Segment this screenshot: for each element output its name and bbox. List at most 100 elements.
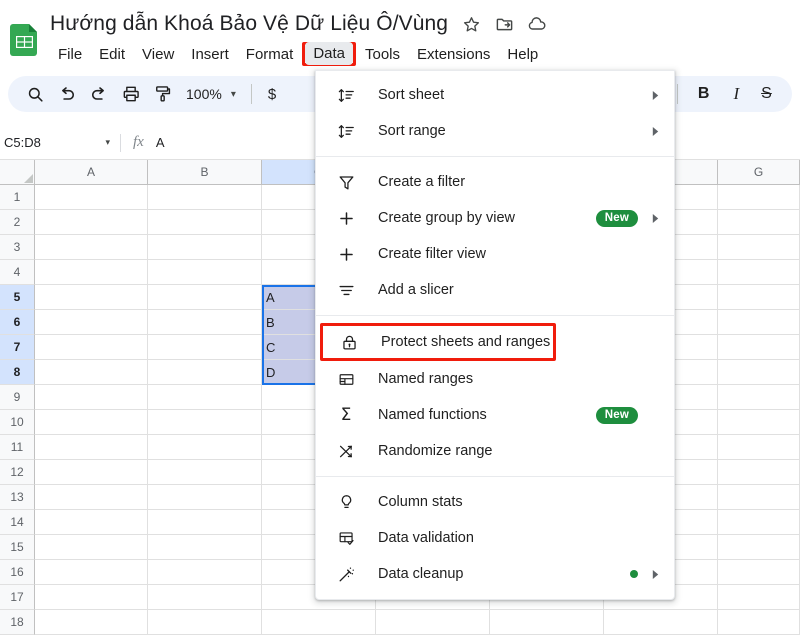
cell-c18[interactable] (262, 610, 376, 635)
row-header-16[interactable]: 16 (0, 560, 35, 585)
cell-g7[interactable] (718, 335, 800, 360)
cell-b8[interactable] (148, 360, 262, 385)
search-icon[interactable] (20, 79, 50, 109)
cell-b17[interactable] (148, 585, 262, 610)
row-header-1[interactable]: 1 (0, 185, 35, 210)
formula-input[interactable]: A (156, 135, 165, 150)
cell-b12[interactable] (148, 460, 262, 485)
menu-column-stats[interactable]: Column stats (316, 484, 674, 520)
cell-g4[interactable] (718, 260, 800, 285)
menu-add-a-slicer[interactable]: Add a slicer (316, 272, 674, 308)
undo-icon[interactable] (52, 79, 82, 109)
row-header-5[interactable]: 5 (0, 285, 35, 310)
cell-a14[interactable] (35, 510, 148, 535)
menu-extensions[interactable]: Extensions (409, 43, 498, 66)
menu-tools[interactable]: Tools (357, 43, 408, 66)
cell-a4[interactable] (35, 260, 148, 285)
menu-create-a-filter[interactable]: Create a filter (316, 164, 674, 200)
cell-f18[interactable] (604, 610, 718, 635)
cell-a6[interactable] (35, 310, 148, 335)
menu-view[interactable]: View (134, 43, 182, 66)
column-header-b[interactable]: B (148, 160, 262, 185)
paint-format-icon[interactable] (148, 79, 178, 109)
cell-b15[interactable] (148, 535, 262, 560)
row-header-8[interactable]: 8 (0, 360, 35, 385)
menu-sort-range[interactable]: Sort range (316, 113, 674, 149)
cell-a16[interactable] (35, 560, 148, 585)
row-header-7[interactable]: 7 (0, 335, 35, 360)
cell-g9[interactable] (718, 385, 800, 410)
cell-b16[interactable] (148, 560, 262, 585)
cell-g1[interactable] (718, 185, 800, 210)
cell-a13[interactable] (35, 485, 148, 510)
cell-a2[interactable] (35, 210, 148, 235)
currency-format-button[interactable]: $ (261, 86, 283, 103)
menu-sort-sheet[interactable]: Sort sheet (316, 77, 674, 113)
column-header-a[interactable]: A (35, 160, 148, 185)
cell-g2[interactable] (718, 210, 800, 235)
cell-b10[interactable] (148, 410, 262, 435)
menu-create-group-by-view[interactable]: Create group by viewNew (316, 200, 674, 236)
cell-g5[interactable] (718, 285, 800, 310)
menu-data-cleanup[interactable]: Data cleanup (316, 556, 674, 592)
print-icon[interactable] (116, 79, 146, 109)
cell-a3[interactable] (35, 235, 148, 260)
menu-randomize-range[interactable]: Randomize range (316, 433, 674, 469)
cell-a7[interactable] (35, 335, 148, 360)
menu-data[interactable]: Data (305, 42, 353, 65)
cell-g6[interactable] (718, 310, 800, 335)
cell-g3[interactable] (718, 235, 800, 260)
row-header-17[interactable]: 17 (0, 585, 35, 610)
cell-g17[interactable] (718, 585, 800, 610)
row-header-2[interactable]: 2 (0, 210, 35, 235)
cell-b11[interactable] (148, 435, 262, 460)
name-box[interactable]: C5:D8 ▾ (0, 126, 120, 160)
row-header-15[interactable]: 15 (0, 535, 35, 560)
menu-help[interactable]: Help (499, 43, 546, 66)
cell-a17[interactable] (35, 585, 148, 610)
cell-b14[interactable] (148, 510, 262, 535)
row-header-11[interactable]: 11 (0, 435, 35, 460)
page-title[interactable]: Hướng dẫn Khoá Bảo Vệ Dữ Liệu Ô/Vùng (50, 12, 448, 36)
cell-g13[interactable] (718, 485, 800, 510)
row-header-3[interactable]: 3 (0, 235, 35, 260)
cell-a10[interactable] (35, 410, 148, 435)
menu-named-ranges[interactable]: Named ranges (316, 361, 674, 397)
menu-create-filter-view[interactable]: Create filter view (316, 236, 674, 272)
row-header-18[interactable]: 18 (0, 610, 35, 635)
cell-a9[interactable] (35, 385, 148, 410)
cell-g18[interactable] (718, 610, 800, 635)
cell-g8[interactable] (718, 360, 800, 385)
cell-a11[interactable] (35, 435, 148, 460)
menu-data-validation[interactable]: Data validation (316, 520, 674, 556)
cell-g11[interactable] (718, 435, 800, 460)
row-header-9[interactable]: 9 (0, 385, 35, 410)
cell-b18[interactable] (148, 610, 262, 635)
cell-b1[interactable] (148, 185, 262, 210)
cell-b7[interactable] (148, 335, 262, 360)
cell-a8[interactable] (35, 360, 148, 385)
cell-g14[interactable] (718, 510, 800, 535)
menu-protect-sheets-and-ranges[interactable]: Protect sheets and ranges (320, 323, 556, 361)
select-all-corner[interactable] (0, 160, 35, 185)
row-header-12[interactable]: 12 (0, 460, 35, 485)
cell-a5[interactable] (35, 285, 148, 310)
cell-a15[interactable] (35, 535, 148, 560)
menu-edit[interactable]: Edit (91, 43, 133, 66)
cell-g10[interactable] (718, 410, 800, 435)
row-header-13[interactable]: 13 (0, 485, 35, 510)
cell-b2[interactable] (148, 210, 262, 235)
cell-b6[interactable] (148, 310, 262, 335)
redo-icon[interactable] (84, 79, 114, 109)
menu-named-functions[interactable]: ΣNamed functionsNew (316, 397, 674, 433)
cell-e18[interactable] (490, 610, 604, 635)
cell-a12[interactable] (35, 460, 148, 485)
row-header-4[interactable]: 4 (0, 260, 35, 285)
cell-g16[interactable] (718, 560, 800, 585)
italic-button[interactable]: I (722, 84, 750, 104)
cell-b9[interactable] (148, 385, 262, 410)
cell-a1[interactable] (35, 185, 148, 210)
menu-insert[interactable]: Insert (183, 43, 237, 66)
cell-a18[interactable] (35, 610, 148, 635)
cell-g12[interactable] (718, 460, 800, 485)
